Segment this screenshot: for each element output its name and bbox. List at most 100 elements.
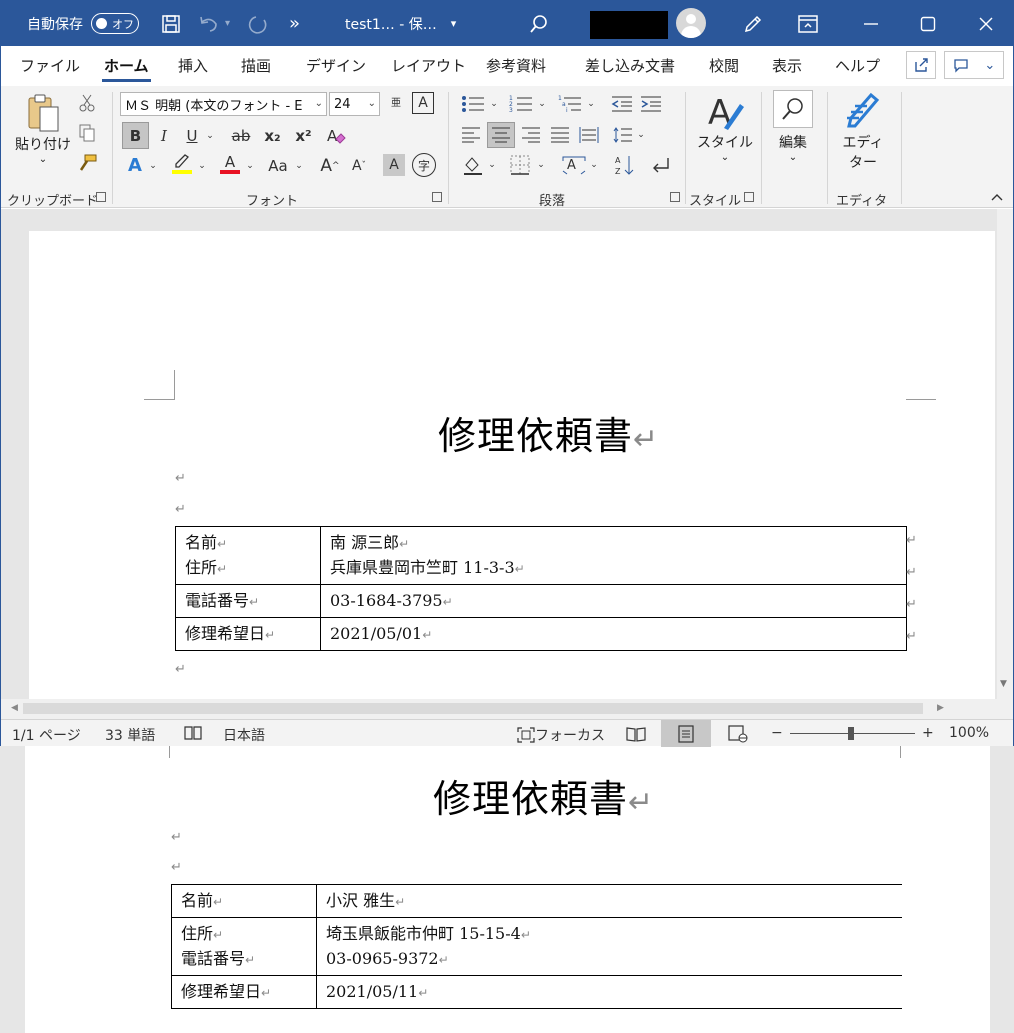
chevron-down-icon[interactable]: ⌄ <box>536 152 546 178</box>
chevron-down-icon[interactable]: ⌄ <box>148 152 158 179</box>
document-title[interactable]: 修理依頼書↵ <box>438 405 659 460</box>
underline-button[interactable]: U <box>181 122 203 149</box>
zoom-slider-thumb[interactable] <box>848 727 854 740</box>
tab-draw[interactable]: 描画 <box>241 55 271 76</box>
value-cell[interactable]: 2021/05/01↵ <box>320 617 907 651</box>
minimize-icon[interactable] <box>863 1 879 46</box>
align-right-icon[interactable] <box>518 122 544 148</box>
redo-icon[interactable] <box>247 1 269 46</box>
distributed-icon[interactable] <box>576 122 602 148</box>
zoom-in-button[interactable]: + <box>922 725 934 741</box>
value-cell[interactable]: 埼玉県飯能市仲町 15-15-4↵ 03-0965-9372↵ <box>316 917 902 976</box>
pen-icon[interactable] <box>742 1 764 46</box>
value-cell[interactable]: 2021/05/11↵ <box>316 975 902 1009</box>
label-cell[interactable]: 名前↵ 住所↵ <box>175 526 321 585</box>
document-filename[interactable]: test1… - 保… ▾ <box>345 1 456 46</box>
user-avatar[interactable] <box>676 8 706 38</box>
scroll-down-icon[interactable]: ▼ <box>1000 679 1007 689</box>
font-launcher-icon[interactable] <box>432 192 442 202</box>
bullets-icon[interactable] <box>458 92 488 116</box>
multilevel-list-icon[interactable]: 1ai <box>555 92 585 116</box>
cut-icon[interactable] <box>75 91 99 115</box>
character-shading-button[interactable]: A <box>383 154 405 176</box>
undo-dropdown-icon[interactable]: ▾ <box>225 1 230 46</box>
editor-button[interactable]: エディ ター <box>841 92 885 172</box>
font-color-button[interactable]: A <box>217 150 243 177</box>
superscript-button[interactable]: x² <box>291 122 316 149</box>
paste-button[interactable]: 貼り付け ⌄ <box>15 92 71 165</box>
chevron-down-icon[interactable]: ⌄ <box>487 152 497 178</box>
align-left-icon[interactable] <box>458 122 484 148</box>
label-cell[interactable]: 修理希望日↵ <box>171 975 317 1009</box>
chevron-down-icon[interactable]: ⌄ <box>537 92 547 116</box>
shading-icon[interactable] <box>460 152 486 178</box>
shrink-font-button[interactable]: Aˇ <box>347 152 371 179</box>
tab-view[interactable]: 表示 <box>772 55 802 76</box>
enclose-characters-button[interactable]: 字 <box>412 153 436 177</box>
chevron-down-icon[interactable]: ⌄ <box>204 122 216 149</box>
numbering-icon[interactable]: 123 <box>506 92 536 116</box>
horizontal-scrollbar[interactable]: ◀ ▶ <box>1 699 1013 719</box>
label-cell[interactable]: 名前↵ <box>171 884 317 918</box>
bold-button[interactable]: B <box>122 122 149 149</box>
document-page[interactable]: 修理依頼書↵ ↵ ↵ 名前↵ 住所↵ 南 源三郎↵ 兵庫県豊岡市竺町 11-3-3↵ 電… <box>29 231 995 701</box>
focus-mode-button[interactable]: フォーカス <box>517 725 605 745</box>
justify-icon[interactable] <box>547 122 573 148</box>
strikethrough-button[interactable]: ab <box>227 122 255 149</box>
language-indicator[interactable]: 日本語 <box>223 725 265 745</box>
empty-paragraph-mark[interactable]: ↵ <box>175 471 186 486</box>
asian-layout-icon[interactable]: A <box>561 152 587 178</box>
line-spacing-icon[interactable] <box>609 122 635 148</box>
tab-insert[interactable]: 挿入 <box>178 55 208 76</box>
zoom-out-button[interactable]: − <box>771 725 783 741</box>
zoom-level[interactable]: 100% <box>949 725 989 741</box>
proofing-book-icon[interactable] <box>184 725 202 741</box>
close-icon[interactable] <box>978 1 994 46</box>
chevron-down-icon[interactable]: ⌄ <box>197 152 207 179</box>
copy-icon[interactable] <box>75 121 99 145</box>
align-center-icon[interactable] <box>487 122 515 148</box>
search-icon[interactable] <box>529 1 549 46</box>
format-painter-icon[interactable] <box>75 151 99 175</box>
autosave-control[interactable]: 自動保存 オフ <box>27 1 139 46</box>
collapse-ribbon-icon[interactable] <box>991 190 1003 204</box>
text-effects-button[interactable]: A <box>122 152 148 179</box>
ruby-icon[interactable]: 亜 <box>385 92 407 116</box>
ribbon-display-options-icon[interactable] <box>798 1 818 46</box>
more-commands-button[interactable]: » <box>289 1 300 46</box>
word-count[interactable]: 33 単語 <box>105 725 155 745</box>
chevron-down-icon[interactable]: ⌄ <box>589 152 599 178</box>
tab-review[interactable]: 校閲 <box>709 55 739 76</box>
tab-references[interactable]: 参考資料 <box>486 55 546 76</box>
tab-help[interactable]: ヘルプ <box>835 55 880 76</box>
comments-button[interactable]: ⌄ <box>944 51 1004 79</box>
styles-launcher-icon[interactable] <box>744 192 754 202</box>
chevron-down-icon[interactable]: ⌄ <box>636 122 646 148</box>
value-cell[interactable]: 03-1684-3795↵ <box>320 584 907 618</box>
paragraph-launcher-icon[interactable] <box>670 192 680 202</box>
autosave-toggle[interactable]: オフ <box>91 13 139 34</box>
web-layout-icon[interactable] <box>713 720 763 747</box>
share-icon[interactable] <box>906 51 936 79</box>
font-name-combo[interactable]: ＭＳ 明朝 (本文のフォント - E ⌄ <box>120 92 327 116</box>
undo-icon[interactable] <box>198 1 220 46</box>
label-cell[interactable]: 修理希望日↵ <box>175 617 321 651</box>
editing-button[interactable]: 編集 ⌄ <box>773 90 813 163</box>
show-formatting-marks-icon[interactable] <box>647 152 673 178</box>
italic-button[interactable]: I <box>153 122 175 149</box>
vertical-scrollbar[interactable]: ▼ <box>997 209 1013 699</box>
save-icon[interactable] <box>161 1 181 46</box>
read-mode-icon[interactable] <box>611 720 661 747</box>
value-cell[interactable]: 南 源三郎↵ 兵庫県豊岡市竺町 11-3-3↵ <box>320 526 907 585</box>
empty-paragraph-mark[interactable]: ↵ <box>175 662 186 677</box>
chevron-down-icon[interactable]: ⌄ <box>245 152 255 179</box>
font-size-combo[interactable]: 24 ⌄ <box>329 92 380 116</box>
grow-font-button[interactable]: A ^ <box>318 152 342 179</box>
label-cell[interactable]: 電話番号↵ <box>175 584 321 618</box>
scroll-right-icon[interactable]: ▶ <box>937 703 944 713</box>
horizontal-scroll-thumb[interactable] <box>23 703 923 714</box>
increase-indent-icon[interactable] <box>638 92 664 116</box>
tab-design[interactable]: デザイン <box>306 55 366 76</box>
page-count[interactable]: 1/1 ページ <box>12 725 81 745</box>
change-case-button[interactable]: Aa <box>263 152 293 179</box>
